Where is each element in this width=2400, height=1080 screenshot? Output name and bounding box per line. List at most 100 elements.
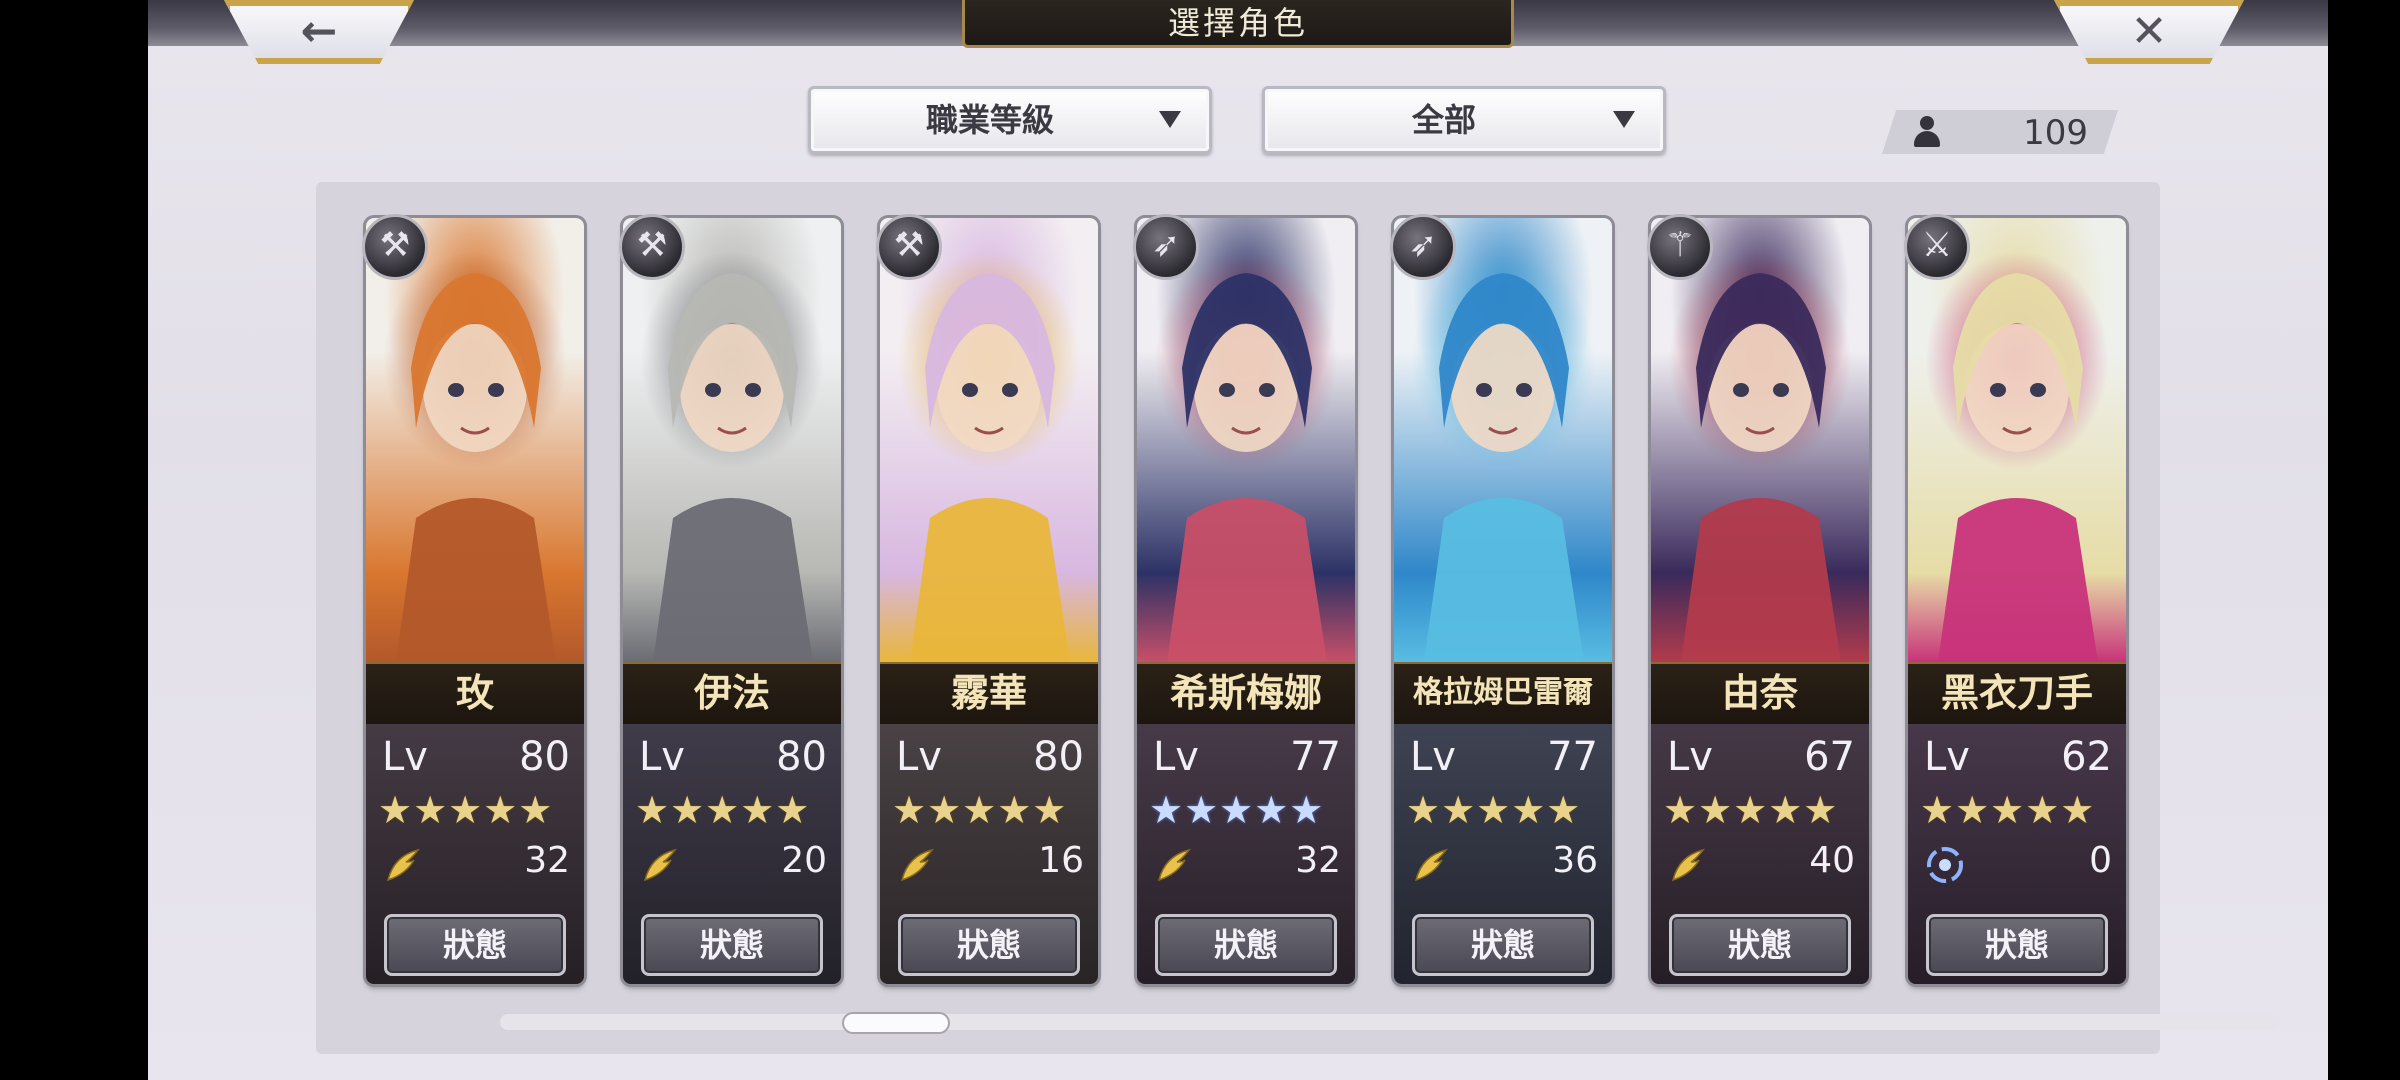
status-button-label: 狀態 [442, 926, 507, 964]
rarity-stars: ★★★★★ [1149, 788, 1325, 832]
status-button[interactable]: 狀態 [641, 914, 823, 976]
status-button[interactable]: 狀態 [384, 914, 566, 976]
category-dropdown-label: 全部 [1411, 101, 1476, 139]
character-name: 由奈 [1721, 670, 1798, 715]
character-portrait [1137, 218, 1355, 662]
character-stats: Lv 67 ★★★★★ 40 狀態 [1651, 724, 1869, 984]
level-label: Lv [382, 734, 428, 780]
roster-count: 109 [1882, 110, 2118, 154]
character-name: 玫 [455, 670, 494, 715]
character-card[interactable]: 霧華 Lv 80 ★★★★★ 16 狀態 ⚒ [876, 214, 1102, 988]
feather-icon [1669, 846, 1707, 884]
character-stats: Lv 80 ★★★★★ 20 狀態 [623, 724, 841, 984]
staff-icon: ⚚ [1647, 214, 1713, 280]
back-button[interactable]: ← [224, 0, 414, 64]
rarity-stars: ★★★★★ [635, 788, 811, 832]
character-name-bar: 玫 [366, 662, 584, 726]
level-value: 62 [2061, 734, 2112, 780]
level-label: Lv [1153, 734, 1199, 780]
chevron-down-icon [1613, 111, 1635, 128]
character-name-bar: 由奈 [1651, 662, 1869, 726]
level-value: 80 [1033, 734, 1084, 780]
person-icon [1912, 116, 1942, 148]
blade-icon: ⚔ [1904, 214, 1970, 280]
character-name-bar: 格拉姆巴雷爾 [1394, 662, 1612, 726]
level-value: 80 [776, 734, 827, 780]
character-portrait [1908, 218, 2126, 662]
title-plate: 選擇角色 [962, 0, 1514, 48]
hammer-icon: ⚒ [876, 214, 942, 280]
hammer-icon: ⚒ [619, 214, 685, 280]
character-name: 霧華 [950, 670, 1027, 715]
character-name: 黑衣刀手 [1940, 670, 2093, 715]
card-frame: 希斯梅娜 Lv 77 ★★★★★ 32 狀態 [1137, 218, 1355, 984]
character-stats: Lv 77 ★★★★★ 32 狀態 [1137, 724, 1355, 984]
character-stats: Lv 62 ★★★★★ 0 狀態 [1908, 724, 2126, 984]
back-arrow-icon: ← [300, 6, 338, 57]
spear-icon: ➶ [1133, 214, 1199, 280]
character-name-bar: 霧華 [880, 662, 1098, 726]
character-card[interactable]: 黑衣刀手 Lv 62 ★★★★★ 0 狀態 ⚔ [1904, 214, 2130, 988]
status-button[interactable]: 狀態 [1155, 914, 1337, 976]
resource-value: 36 [1552, 840, 1598, 881]
character-stats: Lv 77 ★★★★★ 36 狀態 [1394, 724, 1612, 984]
level-label: Lv [1410, 734, 1456, 780]
character-portrait [880, 218, 1098, 662]
horizontal-scrollbar-track[interactable] [500, 1014, 2280, 1030]
character-name: 希斯梅娜 [1169, 670, 1322, 715]
card-frame: 伊法 Lv 80 ★★★★★ 20 狀態 [623, 218, 841, 984]
sort-dropdown[interactable]: 職業等級 [808, 86, 1212, 154]
resource-value: 32 [524, 840, 570, 881]
status-button[interactable]: 狀態 [1412, 914, 1594, 976]
card-frame: 由奈 Lv 67 ★★★★★ 40 狀態 [1651, 218, 1869, 984]
character-card[interactable]: 伊法 Lv 80 ★★★★★ 20 狀態 ⚒ [619, 214, 845, 988]
character-card[interactable]: 由奈 Lv 67 ★★★★★ 40 狀態 ⚚ [1647, 214, 1873, 988]
character-select-screen: ← 選擇角色 ✕ 職業等級 全部 109 玫 Lv 80 ★★★★★ 32 狀態… [148, 0, 2328, 1080]
status-button-label: 狀態 [1984, 926, 2049, 964]
character-name-bar: 伊法 [623, 662, 841, 726]
hammer-icon: ⚒ [362, 214, 428, 280]
status-button-label: 狀態 [1470, 926, 1535, 964]
character-card[interactable]: 希斯梅娜 Lv 77 ★★★★★ 32 狀態 ➶ [1133, 214, 1359, 988]
level-value: 77 [1547, 734, 1598, 780]
close-button[interactable]: ✕ [2054, 0, 2244, 64]
category-dropdown[interactable]: 全部 [1262, 86, 1666, 154]
character-card[interactable]: 格拉姆巴雷爾 Lv 77 ★★★★★ 36 狀態 ➶ [1390, 214, 1616, 988]
status-button[interactable]: 狀態 [1669, 914, 1851, 976]
resource-value: 20 [781, 840, 827, 881]
level-label: Lv [639, 734, 685, 780]
level-label: Lv [1667, 734, 1713, 780]
character-stats: Lv 80 ★★★★★ 16 狀態 [880, 724, 1098, 984]
character-name-bar: 希斯梅娜 [1137, 662, 1355, 726]
character-portrait [1394, 218, 1612, 662]
chevron-down-icon [1159, 111, 1181, 128]
status-button-label: 狀態 [1727, 926, 1792, 964]
status-button[interactable]: 狀態 [1926, 914, 2108, 976]
page-title: 選擇角色 [1167, 4, 1308, 42]
level-value: 77 [1290, 734, 1341, 780]
character-name: 伊法 [693, 670, 770, 715]
status-button[interactable]: 狀態 [898, 914, 1080, 976]
horizontal-scrollbar-thumb[interactable] [842, 1012, 950, 1034]
card-frame: 玫 Lv 80 ★★★★★ 32 狀態 [366, 218, 584, 984]
character-portrait [1651, 218, 1869, 662]
feather-icon [1412, 846, 1450, 884]
rarity-stars: ★★★★★ [1663, 788, 1839, 832]
spear-icon: ➶ [1390, 214, 1456, 280]
level-label: Lv [1924, 734, 1970, 780]
roster-count-value: 109 [2023, 113, 2088, 153]
status-button-label: 狀態 [699, 926, 764, 964]
character-stats: Lv 80 ★★★★★ 32 狀態 [366, 724, 584, 984]
resource-value: 40 [1809, 840, 1855, 881]
feather-icon [641, 846, 679, 884]
level-value: 67 [1804, 734, 1855, 780]
resource-value: 16 [1038, 840, 1084, 881]
feather-icon [1155, 846, 1193, 884]
close-icon: ✕ [2130, 6, 2168, 57]
level-value: 80 [519, 734, 570, 780]
character-card[interactable]: 玫 Lv 80 ★★★★★ 32 狀態 ⚒ [362, 214, 588, 988]
card-frame: 黑衣刀手 Lv 62 ★★★★★ 0 狀態 [1908, 218, 2126, 984]
character-name-bar: 黑衣刀手 [1908, 662, 2126, 726]
card-frame: 霧華 Lv 80 ★★★★★ 16 狀態 [880, 218, 1098, 984]
rarity-stars: ★★★★★ [1406, 788, 1582, 832]
